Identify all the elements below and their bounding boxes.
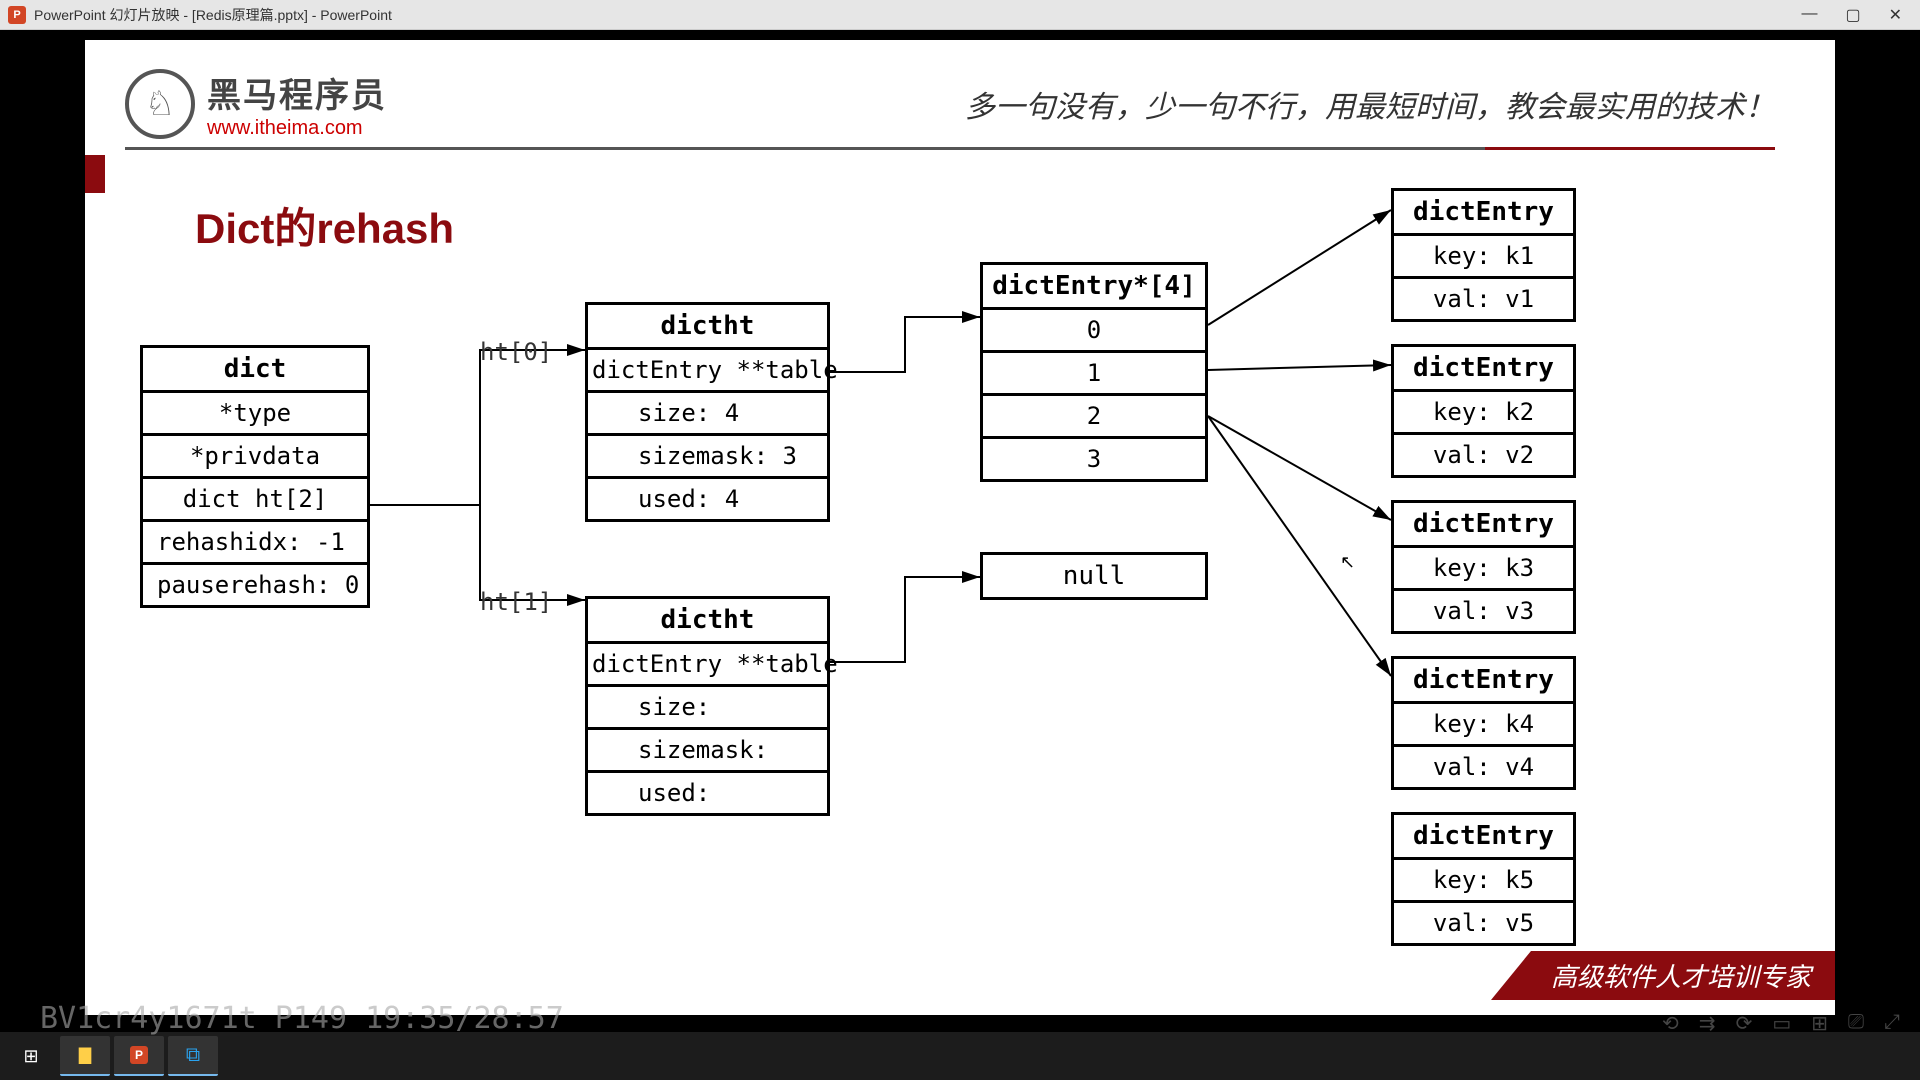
windows-taskbar[interactable]: ⊞ ▇ P ⧉ <box>0 1032 1920 1080</box>
dict-row: pauserehash: 0 <box>143 562 367 605</box>
taskbar-explorer-icon[interactable]: ▇ <box>60 1036 110 1076</box>
dictht1-struct: dictht dictEntry **table size: sizemask:… <box>585 596 830 816</box>
slide-stage: ♘ 黑马程序员 www.itheima.com 多一句没有，少一句不行，用最短时… <box>0 30 1920 1042</box>
dictht0-row: sizemask: 3 <box>588 433 827 476</box>
ht1-label: ht[1] <box>480 588 552 616</box>
entry-val: val: v2 <box>1394 432 1573 475</box>
slide-canvas: ♘ 黑马程序员 www.itheima.com 多一句没有，少一句不行，用最短时… <box>85 40 1835 1015</box>
footer-ribbon: 高级软件人才培训专家 <box>1491 951 1835 1000</box>
window-titlebar: P PowerPoint 幻灯片放映 - [Redis原理篇.pptx] - P… <box>0 0 1920 30</box>
window-title: PowerPoint 幻灯片放映 - [Redis原理篇.pptx] - Pow… <box>34 5 392 25</box>
dictht1-row: used: <box>588 770 827 813</box>
dictentry-2: dictEntry key: k2 val: v2 <box>1391 344 1576 478</box>
start-button[interactable]: ⊞ <box>6 1036 56 1076</box>
null-label: null <box>983 555 1205 597</box>
dict-row: dict ht[2] <box>143 476 367 519</box>
entry-title: dictEntry <box>1394 191 1573 233</box>
entry-key: key: k4 <box>1394 701 1573 744</box>
powerpoint-icon: P <box>8 6 26 24</box>
null-box: null <box>980 552 1208 600</box>
dictht0-title: dictht <box>588 305 827 347</box>
array-title: dictEntry*[4] <box>983 265 1205 307</box>
dictht1-title: dictht <box>588 599 827 641</box>
close-button[interactable]: ✕ <box>1889 5 1902 25</box>
maximize-button[interactable]: ▢ <box>1845 5 1860 25</box>
entry-val: val: v4 <box>1394 744 1573 787</box>
entry-val: val: v3 <box>1394 588 1573 631</box>
dictht1-row: size: <box>588 684 827 727</box>
entry-title: dictEntry <box>1394 815 1573 857</box>
diagram: dict *type *privdata dict ht[2] rehashid… <box>85 40 1835 1015</box>
taskbar-vscode-icon[interactable]: ⧉ <box>168 1036 218 1076</box>
entry-key: key: k5 <box>1394 857 1573 900</box>
array-slot: 3 <box>983 436 1205 479</box>
dictentry-5: dictEntry key: k5 val: v5 <box>1391 812 1576 946</box>
dictentry-4: dictEntry key: k4 val: v4 <box>1391 656 1576 790</box>
dict-row: rehashidx: -1 <box>143 519 367 562</box>
array-slot: 0 <box>983 307 1205 350</box>
video-overlay-text: BV1cr4y1671t P149 19:35/28:57 <box>40 1001 564 1036</box>
entry-val: val: v1 <box>1394 276 1573 319</box>
dictht1-row: sizemask: <box>588 727 827 770</box>
entry-title: dictEntry <box>1394 347 1573 389</box>
dictentry-array: dictEntry*[4] 0 1 2 3 <box>980 262 1208 482</box>
mouse-cursor-icon: ↖ <box>1340 552 1355 573</box>
entry-val: val: v5 <box>1394 900 1573 943</box>
entry-key: key: k3 <box>1394 545 1573 588</box>
array-slot: 1 <box>983 350 1205 393</box>
dict-struct: dict *type *privdata dict ht[2] rehashid… <box>140 345 370 608</box>
minimize-button[interactable]: — <box>1801 5 1817 25</box>
entry-title: dictEntry <box>1394 659 1573 701</box>
dictht0-row: used: 4 <box>588 476 827 519</box>
dictht0-row: size: 4 <box>588 390 827 433</box>
dictentry-3: dictEntry key: k3 val: v3 <box>1391 500 1576 634</box>
dict-title: dict <box>143 348 367 390</box>
entry-key: key: k2 <box>1394 389 1573 432</box>
ht0-label: ht[0] <box>480 338 552 366</box>
dictht0-struct: dictht dictEntry **table size: 4 sizemas… <box>585 302 830 522</box>
entry-title: dictEntry <box>1394 503 1573 545</box>
entry-key: key: k1 <box>1394 233 1573 276</box>
dictentry-1: dictEntry key: k1 val: v1 <box>1391 188 1576 322</box>
dictht0-row: dictEntry **table <box>588 347 827 390</box>
taskbar-powerpoint-icon[interactable]: P <box>114 1036 164 1076</box>
dictht1-row: dictEntry **table <box>588 641 827 684</box>
array-slot: 2 <box>983 393 1205 436</box>
dict-row: *privdata <box>143 433 367 476</box>
dict-row: *type <box>143 390 367 433</box>
